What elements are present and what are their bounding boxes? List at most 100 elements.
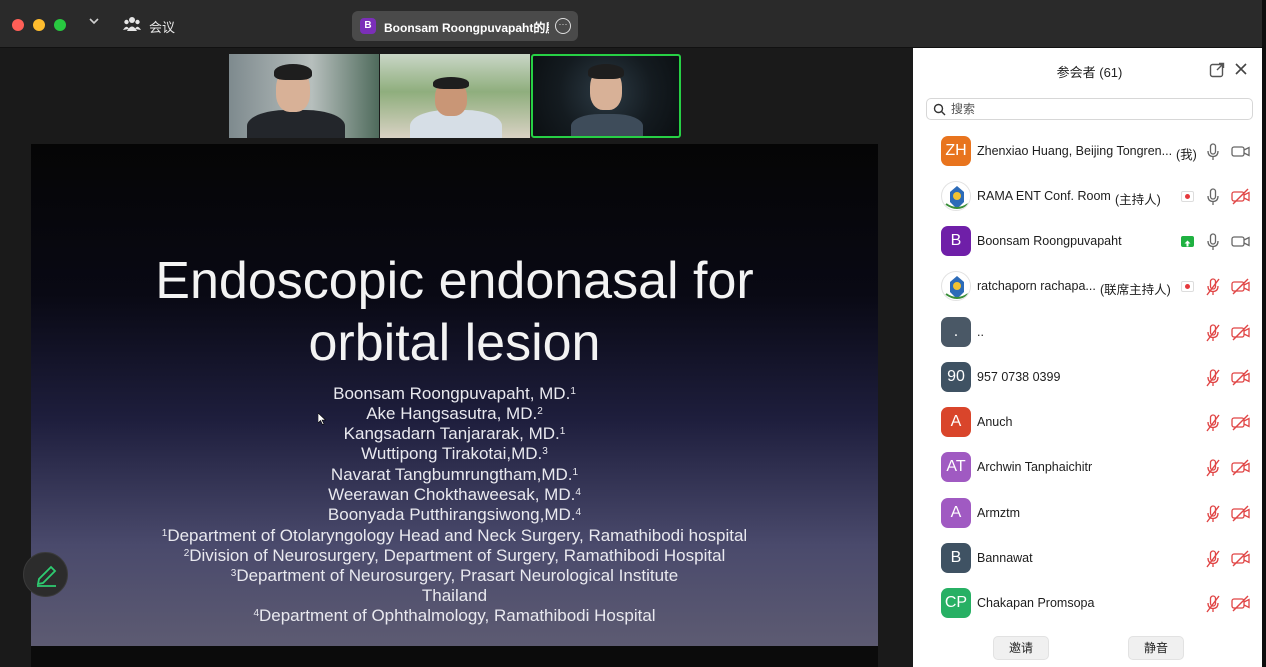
participant-name: Armztm bbox=[977, 506, 1021, 520]
close-window-button[interactable] bbox=[12, 19, 24, 31]
microphone-muted-icon[interactable] bbox=[1206, 278, 1220, 296]
camera-icon[interactable] bbox=[1231, 143, 1250, 160]
microphone-muted-icon[interactable] bbox=[1206, 505, 1220, 523]
pencil-icon bbox=[36, 565, 57, 587]
close-icon[interactable] bbox=[1233, 61, 1249, 77]
participant-name: RAMA ENT Conf. Room bbox=[977, 189, 1111, 203]
more-options-icon[interactable]: ··· bbox=[555, 18, 571, 34]
participant-name: .. bbox=[977, 325, 984, 339]
video-thumbnail-strip bbox=[229, 54, 681, 138]
participant-name: 957 0738 0399 bbox=[977, 370, 1061, 384]
maximize-window-button[interactable] bbox=[54, 19, 66, 31]
slide-title: Endoscopic endonasal for bbox=[155, 252, 754, 310]
camera-off-icon[interactable] bbox=[1231, 324, 1250, 341]
participant-name: ratchaporn rachapa... bbox=[977, 279, 1096, 293]
slide-text-line: Kangsadarn Tanjararak, MD.1 bbox=[31, 424, 878, 444]
participant-row[interactable]: ... bbox=[913, 311, 1266, 356]
avatar: AT bbox=[941, 452, 971, 482]
camera-off-icon[interactable] bbox=[1231, 595, 1250, 612]
microphone-icon[interactable] bbox=[1206, 233, 1220, 251]
share-avatar: B bbox=[360, 18, 376, 34]
participant-row[interactable]: CP Chakapan Promsopa bbox=[913, 582, 1266, 624]
avatar: ZH bbox=[941, 136, 971, 166]
camera-off-icon[interactable] bbox=[1231, 459, 1250, 476]
participants-panel: 参会者 (61) ZH Zhenxiao Huang, Beijing Tongr… bbox=[913, 48, 1266, 667]
slide-bottom-strip bbox=[31, 646, 878, 667]
slide-line-text: Weerawan Chokthaweesak, MD. bbox=[328, 485, 576, 504]
camera-off-icon[interactable] bbox=[1231, 278, 1250, 295]
participant-row[interactable]: 90 957 0738 0399 bbox=[913, 356, 1266, 401]
participant-row[interactable]: B Bannawat bbox=[913, 537, 1266, 582]
avatar: B bbox=[941, 226, 971, 256]
annotate-button[interactable] bbox=[23, 552, 68, 597]
slide-text-line: Thailand bbox=[31, 586, 878, 606]
superscript: 2 bbox=[183, 548, 190, 559]
invite-button[interactable]: 邀请 bbox=[993, 636, 1049, 660]
superscript: 3 bbox=[230, 568, 237, 579]
participant-role: (主持人) bbox=[1115, 193, 1161, 207]
slide-text-line: Wuttipong Tirakotai,MD.3 bbox=[31, 444, 878, 464]
participant-name: Boonsam Roongpuvapaht bbox=[977, 234, 1122, 248]
slide-text-line: 3Department of Neurosurgery, Prasart Neu… bbox=[31, 566, 878, 586]
video-thumbnail[interactable] bbox=[229, 54, 379, 138]
participant-name: Zhenxiao Huang, Beijing Tongren... bbox=[977, 144, 1173, 158]
participant-list[interactable]: ZH Zhenxiao Huang, Beijing Tongren... (我) R… bbox=[913, 130, 1266, 624]
slide-line-text: Ake Hangsasutra, MD. bbox=[366, 404, 538, 423]
slide-text-line: Weerawan Chokthaweesak, MD.4 bbox=[31, 485, 878, 505]
slide-line-text: Thailand bbox=[421, 586, 488, 605]
screen-share-icon bbox=[1181, 236, 1194, 247]
slide-line-text: Department of Neurosurgery, Prasart Neur… bbox=[236, 566, 679, 585]
avatar bbox=[941, 271, 971, 301]
pop-out-icon[interactable] bbox=[1209, 62, 1225, 78]
chevron-down-icon[interactable] bbox=[88, 14, 100, 30]
search-box[interactable] bbox=[926, 98, 1253, 120]
participant-name: Archwin Tanphaichitr bbox=[977, 460, 1093, 474]
superscript: 1 bbox=[570, 386, 576, 397]
microphone-muted-icon[interactable] bbox=[1206, 550, 1220, 568]
mute-all-button[interactable]: 静音 bbox=[1128, 636, 1184, 660]
participant-row[interactable]: AT Archwin Tanphaichitr bbox=[913, 446, 1266, 491]
slide-line-text: Wuttipong Tirakotai,MD. bbox=[361, 444, 543, 463]
video-thumbnail[interactable] bbox=[380, 54, 530, 138]
superscript: 4 bbox=[253, 608, 259, 619]
mouse-cursor-icon bbox=[318, 413, 326, 425]
microphone-muted-icon[interactable] bbox=[1206, 595, 1220, 613]
active-speaker-video[interactable] bbox=[531, 54, 681, 138]
minimize-window-button[interactable] bbox=[33, 19, 45, 31]
participant-row[interactable]: RAMA ENT Conf. Room (主持人) bbox=[913, 175, 1266, 220]
microphone-icon[interactable] bbox=[1206, 188, 1220, 206]
search-input[interactable] bbox=[951, 101, 1241, 117]
camera-off-icon[interactable] bbox=[1231, 505, 1250, 522]
title-bar: 会议 B Boonsam Roongpuvapaht的屏幕 ··· bbox=[0, 0, 1266, 48]
microphone-muted-icon[interactable] bbox=[1206, 459, 1220, 477]
camera-off-icon[interactable] bbox=[1231, 550, 1250, 567]
microphone-icon[interactable] bbox=[1206, 143, 1220, 161]
camera-off-icon[interactable] bbox=[1231, 414, 1250, 431]
camera-off-icon[interactable] bbox=[1231, 369, 1250, 386]
slide-title: orbital lesion bbox=[308, 314, 601, 372]
slide-text-line: Boonyada Putthirangsiwong,MD.4 bbox=[31, 505, 878, 525]
slide-line-text: Boonsam Roongpuvapaht, MD. bbox=[333, 384, 571, 403]
search-icon bbox=[933, 103, 946, 116]
panel-footer: 邀请 静音 bbox=[913, 630, 1266, 667]
participant-name: Chakapan Promsopa bbox=[977, 596, 1095, 610]
screen-share-indicator[interactable]: B Boonsam Roongpuvapaht的屏幕 ··· bbox=[352, 11, 578, 41]
microphone-muted-icon[interactable] bbox=[1206, 324, 1220, 342]
participant-row[interactable]: ZH Zhenxiao Huang, Beijing Tongren... (我) bbox=[913, 130, 1266, 175]
slide-line-text: Division of Neurosurgery, Department of … bbox=[189, 546, 726, 565]
avatar: B bbox=[941, 543, 971, 573]
meeting-icon bbox=[123, 17, 141, 31]
slide-line-text: Department of Otolaryngology Head and Ne… bbox=[167, 526, 748, 545]
slide-line-text: Navarat Tangbumrungtham,MD. bbox=[330, 465, 573, 484]
microphone-muted-icon[interactable] bbox=[1206, 369, 1220, 387]
microphone-muted-icon[interactable] bbox=[1206, 414, 1220, 432]
participant-row[interactable]: A Anuch bbox=[913, 401, 1266, 446]
camera-icon[interactable] bbox=[1231, 233, 1250, 250]
slide-line-text: Boonyada Putthirangsiwong,MD. bbox=[327, 505, 576, 524]
camera-off-icon[interactable] bbox=[1231, 188, 1250, 205]
participant-row[interactable]: B Boonsam Roongpuvapaht bbox=[913, 220, 1266, 265]
slide-text-line: Ake Hangsasutra, MD.2 bbox=[31, 404, 878, 424]
participant-row[interactable]: ratchaporn rachapa... (联席主持人) bbox=[913, 265, 1266, 310]
participant-row[interactable]: A Armztm bbox=[913, 492, 1266, 537]
avatar: CP bbox=[941, 588, 971, 618]
